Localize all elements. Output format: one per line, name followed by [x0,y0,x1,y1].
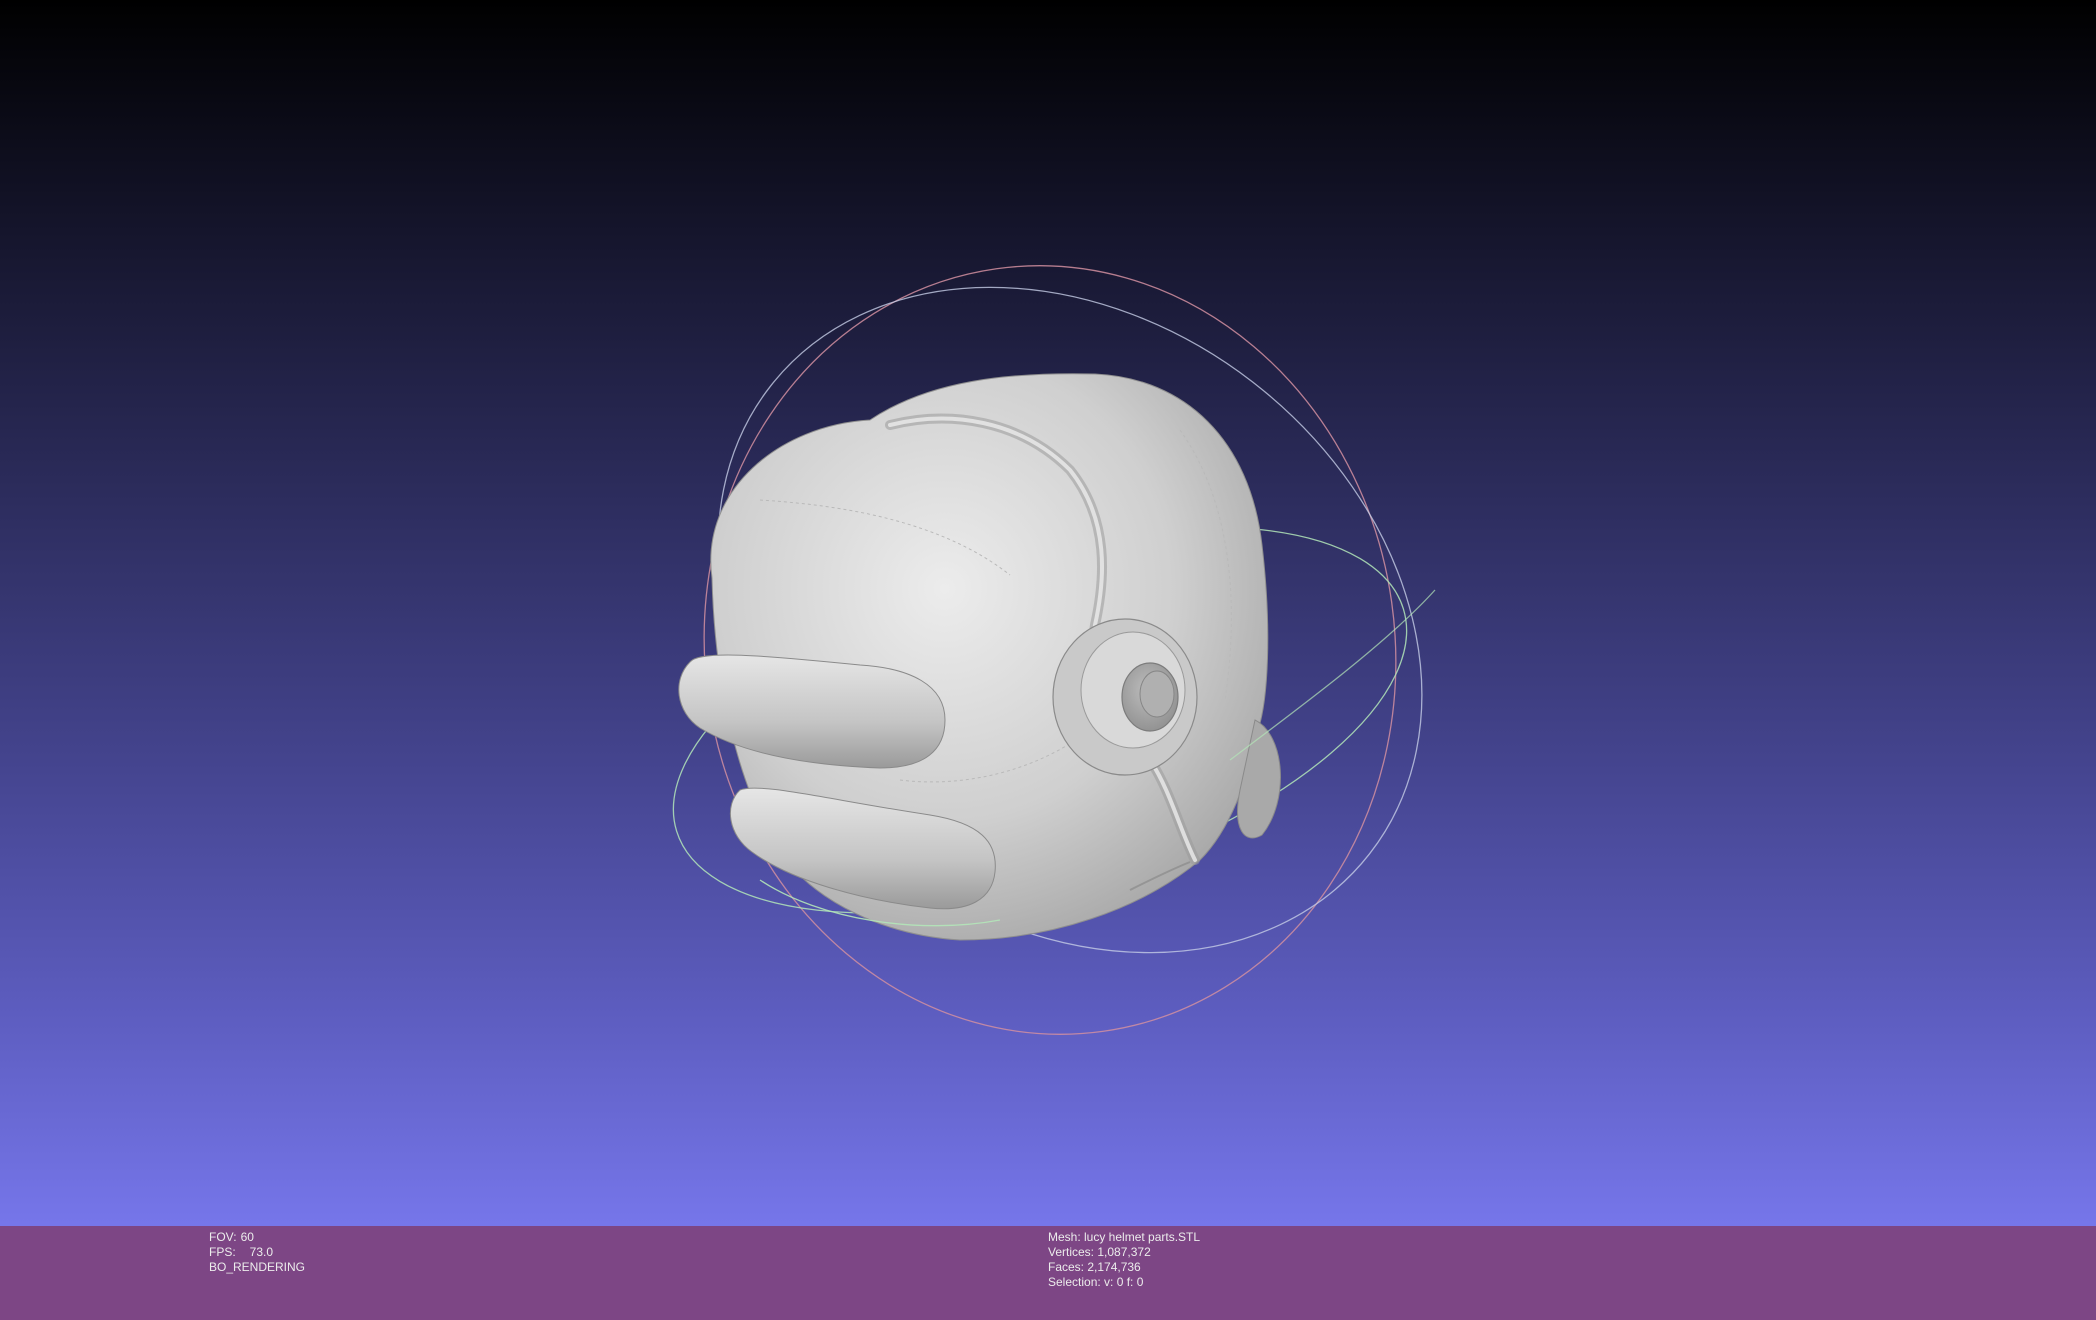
meshlab-viewer: FOV: 60 FPS: 73.0 BO_RENDERING Mesh: lucy … [0,0,2096,1320]
render-info: FOV: 60 FPS: 73.0 BO_RENDERING [209,1230,305,1275]
vertex-count: Vertices: 1,087,372 [1048,1245,1151,1259]
face-count: Faces: 2,174,736 [1048,1260,1141,1274]
mesh-info: Mesh: lucy helmet parts.STL Vertices: 1,… [1048,1230,1200,1290]
mesh-name: Mesh: lucy helmet parts.STL [1048,1230,1201,1244]
viewport-canvas[interactable] [0,0,2096,1226]
3d-viewport[interactable] [0,0,2096,1226]
fov-readout: FOV: 60 [209,1230,254,1244]
selection-count: Selection: v: 0 f: 0 [1048,1275,1144,1289]
helmet-ear-port [1052,618,1198,776]
render-mode: BO_RENDERING [209,1260,306,1274]
helmet-mesh[interactable] [678,373,1281,941]
info-panel: FOV: 60 FPS: 73.0 BO_RENDERING Mesh: lucy … [0,1226,2096,1320]
fps-readout: FPS: 73.0 [209,1245,274,1259]
